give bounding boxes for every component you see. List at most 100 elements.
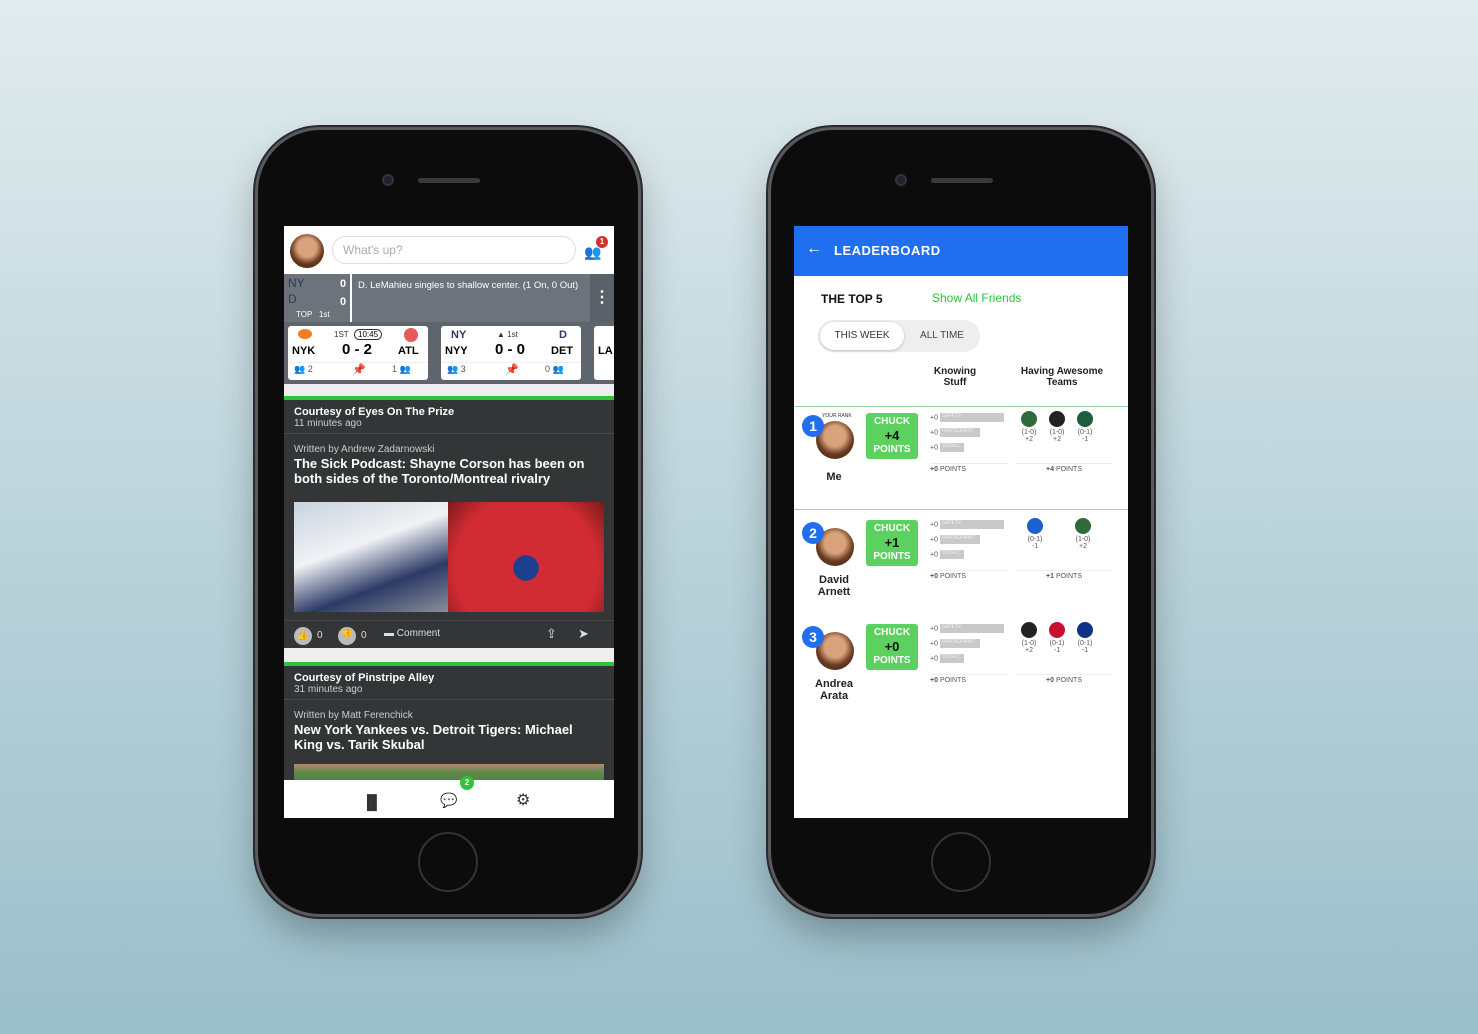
leaderboard-row[interactable]: 3 Andrea Arata CHUCK +0 POINTS +0 SAFETY +0 PA… bbox=[794, 618, 1128, 722]
live-game-bar[interactable]: NY D 0 0 TOP 1st D. LeMahieu singles to … bbox=[284, 274, 614, 322]
home-button[interactable] bbox=[418, 832, 478, 892]
home-score: 0 bbox=[340, 296, 347, 308]
chat-tab-icon[interactable]: 💬 bbox=[440, 792, 457, 809]
home-fans: 1 bbox=[392, 364, 398, 374]
team-result: (0-1) -1 bbox=[1072, 622, 1098, 654]
avatar[interactable] bbox=[290, 234, 324, 268]
pin-icon[interactable]: 📌 bbox=[352, 363, 366, 376]
tab-this-week[interactable]: THIS WEEK bbox=[820, 322, 904, 350]
team-logo-icon bbox=[1049, 411, 1065, 427]
fans-icon: 1 👥 bbox=[392, 364, 411, 374]
category-value: +0 bbox=[930, 444, 938, 452]
game-score: 0 - 0 bbox=[495, 341, 526, 358]
camera bbox=[895, 174, 907, 186]
team-points: +2 bbox=[1053, 436, 1061, 443]
player-name: Me bbox=[826, 471, 842, 483]
tab-all-time[interactable]: ALL TIME bbox=[906, 322, 978, 350]
team-record: (0-1) bbox=[1049, 640, 1065, 647]
top-label: THE TOP 5 bbox=[821, 292, 883, 306]
game-card[interactable]: 1ST 10:45 NYK 0 - 2 ATL 👥 2 📌 1 👥 bbox=[288, 326, 428, 380]
teams-total: +4 POINTS bbox=[1016, 463, 1112, 473]
team-record: (1-0) bbox=[1049, 429, 1065, 436]
category-bar: PARTICIPANT bbox=[939, 535, 980, 544]
yankees-logo: NY bbox=[451, 329, 467, 341]
comment-button[interactable]: ▬ Comment bbox=[384, 628, 440, 639]
rank-badge: 1 bbox=[802, 415, 824, 437]
game-card[interactable]: LA bbox=[594, 326, 614, 380]
points-label: POINTS bbox=[939, 573, 966, 580]
comment-label: Comment bbox=[396, 628, 441, 639]
total-value: +0 bbox=[1046, 677, 1054, 684]
team-points: +2 bbox=[1079, 543, 1087, 550]
game-card[interactable]: NY ▲ 1st D NYY 0 - 0 DET 👥 3 📌 0 👥 bbox=[441, 326, 581, 380]
total-value: +0 bbox=[930, 573, 938, 580]
thumbs-up-icon[interactable]: 👍 bbox=[294, 627, 312, 645]
team-logo-icon bbox=[1021, 411, 1037, 427]
play-text: D. LeMahieu singles to shallow center. (… bbox=[358, 280, 579, 291]
leaderboard-row[interactable]: 1 YOUR RANK Me CHUCK +4 POINTS +0 SAFETY +0 PAR… bbox=[794, 406, 1128, 510]
team-logo-icon bbox=[1027, 518, 1043, 534]
share-icon[interactable]: ⇪ bbox=[546, 626, 557, 642]
game-period: 1ST bbox=[334, 330, 349, 339]
home-button[interactable] bbox=[931, 832, 991, 892]
yankees-logo: NY bbox=[288, 276, 305, 290]
team-result: (1-0) +2 bbox=[1070, 518, 1096, 550]
team-result: (1-0) +2 bbox=[1044, 411, 1070, 443]
show-all-friends-link[interactable]: Show All Friends bbox=[932, 291, 1021, 305]
points-label: POINTS bbox=[939, 466, 966, 473]
hawks-logo bbox=[404, 328, 418, 342]
knowing-total: +0 POINTS bbox=[930, 463, 1008, 473]
category-score: +0 PARTICIPANT bbox=[930, 535, 980, 544]
category-bar: SSBALL bbox=[939, 654, 964, 663]
points-label: POINTS bbox=[1055, 677, 1082, 684]
pin-icon[interactable]: 📌 bbox=[505, 363, 519, 376]
status-input[interactable]: What's up? bbox=[332, 236, 576, 264]
away-score: 0 bbox=[340, 278, 347, 290]
team-record: (0-1) bbox=[1027, 536, 1043, 543]
send-icon[interactable]: ➤ bbox=[578, 626, 589, 642]
home-fans: 0 bbox=[545, 364, 551, 374]
away-team: NYK bbox=[292, 345, 316, 357]
notification-badge: 1 bbox=[596, 236, 608, 248]
category-score: +0 SSBALL bbox=[930, 654, 964, 663]
inning-half: TOP bbox=[296, 310, 313, 319]
games-strip: 1ST 10:45 NYK 0 - 2 ATL 👥 2 📌 1 👥 NY ▲ 1… bbox=[284, 322, 614, 384]
team-record: (1-0) bbox=[1021, 429, 1037, 436]
article-title[interactable]: The Sick Podcast: Shayne Corson has been… bbox=[284, 455, 614, 487]
total-value: +1 bbox=[1046, 573, 1054, 580]
teams-total: +1 POINTS bbox=[1016, 570, 1112, 580]
team-record: (1-0) bbox=[1021, 640, 1037, 647]
category-value: +0 bbox=[930, 551, 938, 559]
category-value: +0 bbox=[930, 640, 938, 648]
category-value: +0 bbox=[930, 429, 938, 437]
team-logo-icon bbox=[1077, 411, 1093, 427]
tigers-logo: D bbox=[288, 292, 297, 306]
bottom-tab-bar: ▐▌ 💬 2 ⚙ bbox=[284, 776, 614, 818]
category-bar: PARTICIPANT bbox=[939, 639, 980, 648]
feed-header: What's up? 👥 1 bbox=[284, 226, 614, 274]
team-result: (0-1) -1 bbox=[1044, 622, 1070, 654]
inning: TOP 1st bbox=[296, 310, 330, 319]
more-icon[interactable]: ⋮ bbox=[590, 274, 614, 322]
settings-tab-icon[interactable]: ⚙ bbox=[516, 790, 530, 810]
category-score: +0 SSBALL bbox=[930, 443, 964, 452]
category-bar: PARTICIPANT bbox=[939, 428, 980, 437]
points-label: POINTS bbox=[939, 677, 966, 684]
chuck-points-badge: CHUCK +0 POINTS bbox=[866, 624, 918, 670]
category-value: +0 bbox=[930, 521, 938, 529]
leaderboard-row[interactable]: 2 David Arnett CHUCK +1 POINTS +0 SAFETY +0 PA… bbox=[794, 514, 1128, 618]
category-score: +0 SAFETY bbox=[930, 624, 1004, 633]
back-arrow-icon[interactable]: ← bbox=[806, 240, 823, 258]
leaderboard-tab-icon[interactable]: ▐▌ bbox=[362, 794, 382, 810]
article-card[interactable]: Courtesy of Pinstripe Alley 31 minutes a… bbox=[284, 662, 614, 786]
points-label: POINTS bbox=[873, 444, 911, 455]
category-bar: SSBALL bbox=[939, 550, 964, 559]
article-title[interactable]: New York Yankees vs. Detroit Tigers: Mic… bbox=[284, 721, 614, 753]
speaker bbox=[931, 178, 993, 183]
rank-badge: 2 bbox=[802, 522, 824, 544]
away-fans: 3 bbox=[460, 364, 466, 374]
article-author: Written by Matt Ferenchick bbox=[294, 710, 413, 721]
article-card[interactable]: Courtesy of Eyes On The Prize 11 minutes… bbox=[284, 396, 614, 648]
thumbs-down-icon[interactable]: 👎 bbox=[338, 627, 356, 645]
category-value: +0 bbox=[930, 625, 938, 633]
